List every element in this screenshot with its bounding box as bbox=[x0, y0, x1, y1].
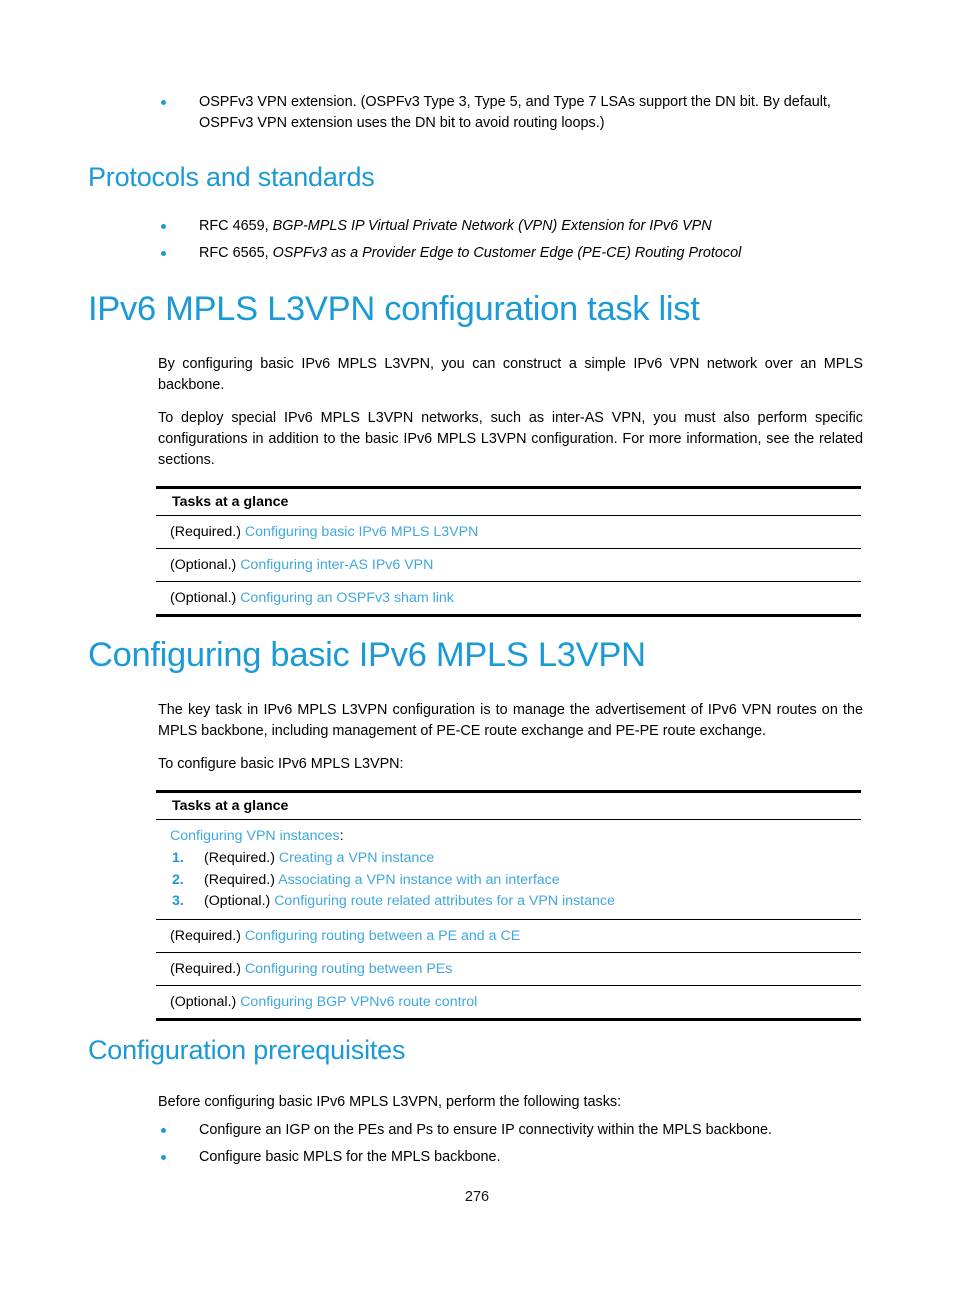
list-item-text: Configure basic MPLS for the MPLS backbo… bbox=[199, 1149, 501, 1165]
document-page: OSPFv3 VPN extension. (OSPFv3 Type 3, Ty… bbox=[0, 0, 954, 1296]
paragraph: Before configuring basic IPv6 MPLS L3VPN… bbox=[158, 1094, 622, 1110]
basic-config-paragraphs: The key task in IPv6 MPLS L3VPN configur… bbox=[158, 700, 863, 775]
page-number: 276 bbox=[464, 1189, 490, 1205]
table-cell: (Required.) Configuring basic IPv6 MPLS … bbox=[156, 515, 861, 549]
vpn-instances-link[interactable]: Configuring VPN instances bbox=[170, 828, 340, 844]
list-item: 2. (Required.) Associating a VPN instance… bbox=[170, 870, 861, 892]
bullet-dot-icon bbox=[161, 224, 166, 229]
bullet-list: RFC 4659, BGP-MPLS IP Virtual Private Ne… bbox=[0, 216, 954, 264]
table-row: (Optional.) Configuring BGP VPNv6 route … bbox=[156, 985, 861, 1021]
list-item: RFC 4659, BGP-MPLS IP Virtual Private Ne… bbox=[155, 216, 866, 237]
column-header-tasks: Tasks at a glance bbox=[156, 486, 861, 516]
rfc-title: OSPFv3 as a Provider Edge to Customer Ed… bbox=[272, 245, 742, 261]
task-link[interactable]: Configuring inter-AS IPv6 VPN bbox=[240, 557, 433, 573]
table-header-row: Tasks at a glance bbox=[156, 790, 861, 820]
list-number: 2. bbox=[172, 871, 184, 888]
task-link[interactable]: Configuring BGP VPNv6 route control bbox=[240, 994, 477, 1010]
page-title-protocols: Protocols and standards bbox=[88, 162, 375, 192]
list-number: 3. bbox=[172, 893, 184, 909]
chapter-heading-basic-config-wrap: Configuring basic IPv6 MPLS L3VPN bbox=[88, 636, 646, 675]
table-cell: (Optional.) Configuring an OSPFv3 sham l… bbox=[156, 581, 861, 617]
bullet-dot-icon bbox=[161, 1128, 166, 1133]
task-qualifier: (Required.) bbox=[170, 960, 245, 977]
prerequisites-intro: Before configuring basic IPv6 MPLS L3VPN… bbox=[158, 1092, 863, 1113]
list-item: OSPFv3 VPN extension. (OSPFv3 Type 3, Ty… bbox=[155, 92, 866, 134]
task-qualifier: (Required.) bbox=[204, 871, 279, 888]
rfc-title: BGP-MPLS IP Virtual Private Network (VPN… bbox=[272, 218, 712, 234]
task-link[interactable]: Creating a VPN instance bbox=[279, 850, 434, 866]
page-title-basic-config: Configuring basic IPv6 MPLS L3VPN bbox=[88, 636, 646, 674]
table-header-row: Tasks at a glance bbox=[156, 486, 861, 516]
table-row: (Optional.) Configuring an OSPFv3 sham l… bbox=[156, 581, 861, 617]
list-item-text: OSPFv3 VPN extension. (OSPFv3 Type 3, Ty… bbox=[199, 94, 831, 131]
prerequisites-heading-wrap: Configuration prerequisites bbox=[88, 1035, 406, 1066]
table-cell: (Optional.) Configuring inter-AS IPv6 VP… bbox=[156, 548, 861, 582]
list-item: 1. (Required.) Creating a VPN instance bbox=[170, 848, 861, 870]
task-link[interactable]: Configuring an OSPFv3 sham link bbox=[240, 590, 454, 606]
paragraph: To deploy special IPv6 MPLS L3VPN networ… bbox=[158, 410, 863, 468]
rfc-prefix: RFC 4659, bbox=[199, 218, 273, 234]
list-item-text: Configure an IGP on the PEs and Ps to en… bbox=[199, 1122, 773, 1138]
page-title-prerequisites: Configuration prerequisites bbox=[88, 1035, 406, 1065]
tasks-at-a-glance-table-1-wrap: Tasks at a glance (Required.) Configurin… bbox=[0, 486, 954, 617]
chapter-heading-task-list-wrap: IPv6 MPLS L3VPN configuration task list bbox=[88, 290, 700, 329]
rfc-prefix: RFC 6565, bbox=[199, 245, 273, 261]
task-qualifier: (Required.) bbox=[204, 850, 279, 866]
table-cell: Configuring VPN instances: 1. (Required.)… bbox=[156, 819, 861, 920]
list-number: 1. bbox=[172, 850, 184, 866]
bullet-list: Configure an IGP on the PEs and Ps to en… bbox=[0, 1120, 954, 1168]
table-row: (Required.) Configuring routing between … bbox=[156, 952, 861, 986]
group-title: Configuring VPN instances: bbox=[170, 826, 861, 846]
table-cell: (Required.) Configuring routing between … bbox=[156, 952, 861, 986]
task-link[interactable]: Configuring routing between PEs bbox=[245, 961, 452, 977]
table-row-group: Configuring VPN instances: 1. (Required.)… bbox=[156, 819, 861, 920]
table-row: (Required.) Configuring routing between … bbox=[156, 919, 861, 953]
table-row: (Required.) Configuring basic IPv6 MPLS … bbox=[156, 515, 861, 549]
task-link[interactable]: Associating a VPN instance with an inter… bbox=[278, 872, 560, 888]
list-item: RFC 6565, OSPFv3 as a Provider Edge to C… bbox=[155, 243, 866, 264]
tasks-at-a-glance-table-2-wrap: Tasks at a glance Configuring VPN instan… bbox=[0, 790, 954, 1021]
paragraph: To configure basic IPv6 MPLS L3VPN: bbox=[158, 756, 404, 772]
task-link[interactable]: Configuring route related attributes for… bbox=[274, 893, 615, 909]
column-header-tasks: Tasks at a glance bbox=[156, 790, 861, 820]
bullet-dot-icon bbox=[161, 1155, 166, 1160]
list-item: Configure basic MPLS for the MPLS backbo… bbox=[155, 1147, 866, 1168]
page-title-task-list: IPv6 MPLS L3VPN configuration task list bbox=[88, 290, 700, 328]
task-qualifier: (Required.) bbox=[170, 927, 245, 944]
task-link[interactable]: Configuring basic IPv6 MPLS L3VPN bbox=[245, 524, 478, 540]
group-title-suffix: : bbox=[339, 828, 344, 844]
protocols-heading-wrap: Protocols and standards bbox=[88, 162, 375, 193]
table-cell: (Required.) Configuring routing between … bbox=[156, 919, 861, 953]
task-list-paragraphs: By configuring basic IPv6 MPLS L3VPN, yo… bbox=[158, 354, 863, 471]
list-item: 3. (Optional.) Configuring route related … bbox=[170, 891, 861, 913]
paragraph: By configuring basic IPv6 MPLS L3VPN, yo… bbox=[158, 356, 863, 393]
paragraph: The key task in IPv6 MPLS L3VPN configur… bbox=[158, 702, 863, 739]
tasks-at-a-glance-table: Tasks at a glance Configuring VPN instan… bbox=[156, 790, 861, 1021]
intro-bullet-list: OSPFv3 VPN extension. (OSPFv3 Type 3, Ty… bbox=[0, 92, 954, 134]
table-row: (Optional.) Configuring inter-AS IPv6 VP… bbox=[156, 548, 861, 582]
table-cell: (Optional.) Configuring BGP VPNv6 route … bbox=[156, 985, 861, 1021]
task-qualifier: (Optional.) bbox=[170, 557, 241, 573]
bullet-dot-icon bbox=[161, 251, 166, 256]
tasks-at-a-glance-table: Tasks at a glance (Required.) Configurin… bbox=[156, 486, 861, 617]
task-link[interactable]: Configuring routing between a PE and a C… bbox=[245, 928, 520, 944]
task-qualifier: (Optional.) bbox=[170, 590, 241, 606]
protocols-list: RFC 4659, BGP-MPLS IP Virtual Private Ne… bbox=[0, 216, 954, 264]
list-item: Configure an IGP on the PEs and Ps to en… bbox=[155, 1120, 866, 1141]
numbered-task-list: 1. (Required.) Creating a VPN instance 2.… bbox=[170, 848, 861, 913]
bullet-list: OSPFv3 VPN extension. (OSPFv3 Type 3, Ty… bbox=[0, 92, 954, 134]
bullet-dot-icon bbox=[161, 100, 166, 105]
prerequisites-bullets: Configure an IGP on the PEs and Ps to en… bbox=[0, 1120, 954, 1168]
task-qualifier: (Optional.) bbox=[170, 993, 241, 1010]
task-qualifier: (Required.) bbox=[170, 524, 245, 540]
task-qualifier: (Optional.) bbox=[204, 893, 275, 909]
